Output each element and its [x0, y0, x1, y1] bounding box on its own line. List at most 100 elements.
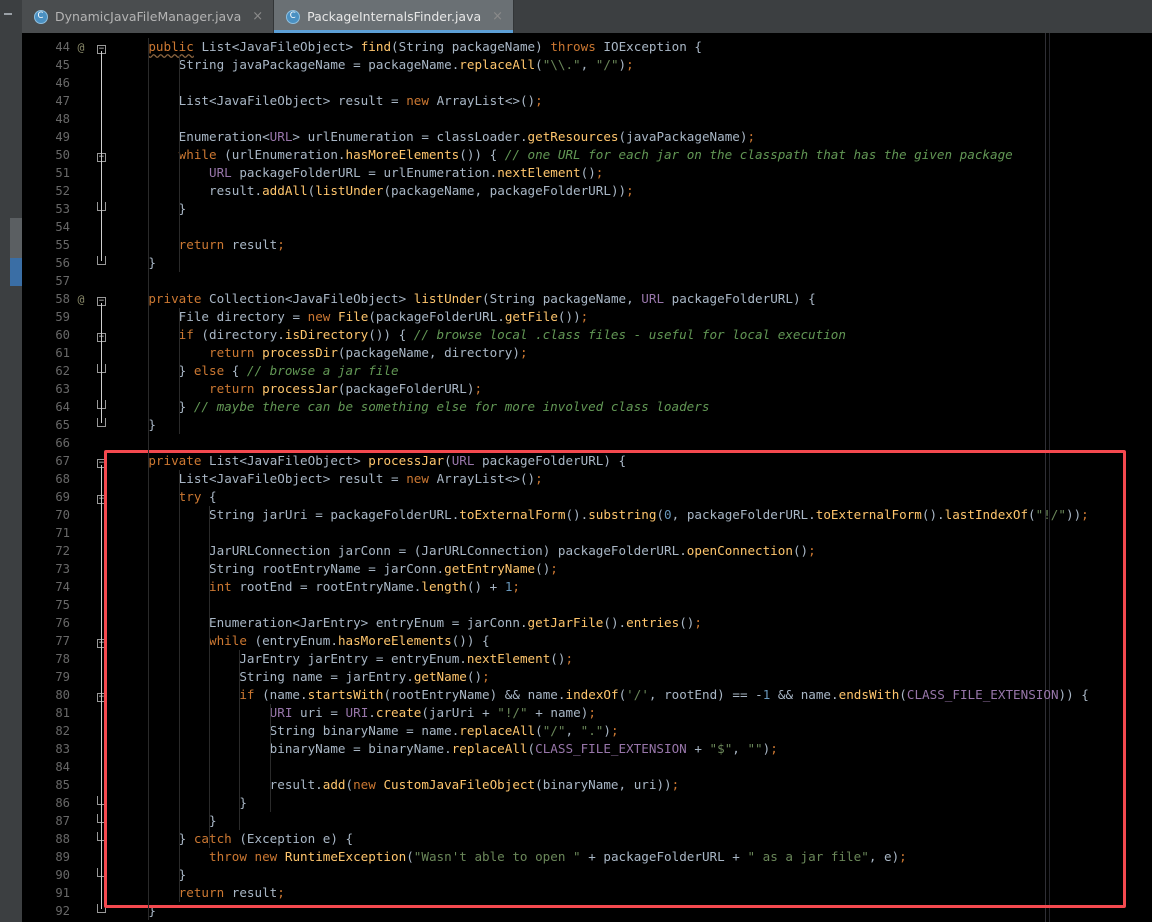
line-number: 80: [22, 686, 70, 704]
line-number: 72: [22, 542, 70, 560]
code-text: List<JavaFileObject> result = new ArrayL…: [118, 470, 543, 488]
override-marker-icon[interactable]: @: [74, 38, 88, 56]
indent-guide: [179, 470, 180, 902]
line-number: 84: [22, 758, 70, 776]
code-text: }: [118, 794, 247, 812]
line-number: 56: [22, 254, 70, 272]
line-number: 76: [22, 614, 70, 632]
code-text: result.addAll(listUnder(packageName, pac…: [118, 182, 634, 200]
editor-tab-dynamicjavafilemanager[interactable]: DynamicJavaFileManager.java ×: [22, 0, 274, 33]
fold-region-line: [101, 339, 102, 369]
code-editor[interactable]: 44@− public List<JavaFileObject> find(St…: [22, 33, 1152, 922]
line-number: 63: [22, 380, 70, 398]
code-text: throw new RuntimeException("Wasn't able …: [118, 848, 907, 866]
tab-nav-arrow[interactable]: [0, 0, 22, 33]
code-text: }: [118, 200, 186, 218]
code-text: Enumeration<URL> urlEnumeration = classL…: [118, 128, 755, 146]
line-number: 64: [22, 398, 70, 416]
line-number: 70: [22, 506, 70, 524]
indent-guide: [179, 308, 180, 434]
line-number: 87: [22, 812, 70, 830]
code-text: if (directory.isDirectory()) { // browse…: [118, 326, 846, 344]
code-text: }: [118, 254, 156, 272]
line-number: 82: [22, 722, 70, 740]
line-number: 74: [22, 578, 70, 596]
java-class-icon: [286, 10, 300, 24]
line-number: 45: [22, 56, 70, 74]
indent-guide: [179, 56, 180, 272]
line-number: 86: [22, 794, 70, 812]
code-text: if (name.startsWith(rootEntryName) && na…: [118, 686, 1089, 704]
line-number: 85: [22, 776, 70, 794]
code-text: }: [118, 866, 186, 884]
rail-marker-blue: [10, 258, 22, 286]
editor-tab-packageinternalsfinder[interactable]: PackageInternalsFinder.java ×: [274, 0, 514, 33]
java-class-icon: [34, 10, 48, 24]
line-number: 58: [22, 290, 70, 308]
code-text: } catch (Exception e) {: [118, 830, 353, 848]
code-text: String jarUri = packageFolderURL.toExter…: [118, 506, 1089, 524]
line-number: 60: [22, 326, 70, 344]
code-text: private List<JavaFileObject> processJar(…: [118, 452, 626, 470]
code-text: }: [118, 416, 156, 434]
indent-guide: [239, 650, 240, 830]
line-number: 77: [22, 632, 70, 650]
line-number: 55: [22, 236, 70, 254]
code-text: return result;: [118, 236, 285, 254]
code-text: JarEntry jarEntry = entryEnum.nextElemen…: [118, 650, 573, 668]
close-icon[interactable]: ×: [490, 10, 505, 23]
fold-region-line: [101, 159, 102, 207]
code-text: URL packageFolderURL = urlEnumeration.ne…: [118, 164, 603, 182]
line-number: 59: [22, 308, 70, 326]
line-number: 92: [22, 902, 70, 920]
code-text: File directory = new File(packageFolderU…: [118, 308, 588, 326]
close-icon[interactable]: ×: [250, 10, 265, 23]
line-number: 66: [22, 434, 70, 452]
code-text: } // maybe there can be something else f…: [118, 398, 709, 416]
line-number: 88: [22, 830, 70, 848]
code-text: }: [118, 902, 156, 920]
line-number: 73: [22, 560, 70, 578]
ide-window: DynamicJavaFileManager.java × PackageInt…: [0, 0, 1152, 922]
line-number: 44: [22, 38, 70, 56]
line-number: 69: [22, 488, 70, 506]
chevron-left-icon: [4, 13, 12, 15]
fold-region-line: [101, 51, 102, 261]
line-number: 67: [22, 452, 70, 470]
line-number: 49: [22, 128, 70, 146]
line-number: 83: [22, 740, 70, 758]
line-number: 81: [22, 704, 70, 722]
line-number: 51: [22, 164, 70, 182]
code-text: } else { // browse a jar file: [118, 362, 399, 380]
line-number: 57: [22, 272, 70, 290]
line-number: 71: [22, 524, 70, 542]
indent-guide: [148, 290, 149, 452]
code-text: String binaryName = name.replaceAll("/",…: [118, 722, 619, 740]
code-text: result.add(new CustomJavaFileObject(bina…: [118, 776, 679, 794]
code-text: URI uri = URI.create(jarUri + "!/" + nam…: [118, 704, 596, 722]
code-text: return processJar(packageFolderURL);: [118, 380, 482, 398]
line-number: 75: [22, 596, 70, 614]
code-text: return result;: [118, 884, 285, 902]
indent-guide: [209, 506, 210, 848]
line-number: 79: [22, 668, 70, 686]
line-number: 65: [22, 416, 70, 434]
left-tool-rail[interactable]: [0, 33, 22, 922]
override-marker-icon[interactable]: @: [74, 290, 88, 308]
line-number: 89: [22, 848, 70, 866]
tab-bar-filler: [514, 0, 1152, 33]
line-number: 61: [22, 344, 70, 362]
line-number: 54: [22, 218, 70, 236]
fold-region-line: [101, 699, 102, 801]
code-text: JarURLConnection jarConn = (JarURLConnec…: [118, 542, 816, 560]
code-text: private Collection<JavaFileObject> listU…: [118, 290, 816, 308]
code-text: public List<JavaFileObject> find(String …: [118, 38, 702, 56]
line-number: 50: [22, 146, 70, 164]
indent-guide: [148, 38, 149, 290]
line-number: 48: [22, 110, 70, 128]
line-number: 47: [22, 92, 70, 110]
code-text: Enumeration<JarEntry> entryEnum = jarCon…: [118, 614, 702, 632]
line-number: 68: [22, 470, 70, 488]
code-text: String javaPackageName = packageName.rep…: [118, 56, 634, 74]
line-number: 53: [22, 200, 70, 218]
